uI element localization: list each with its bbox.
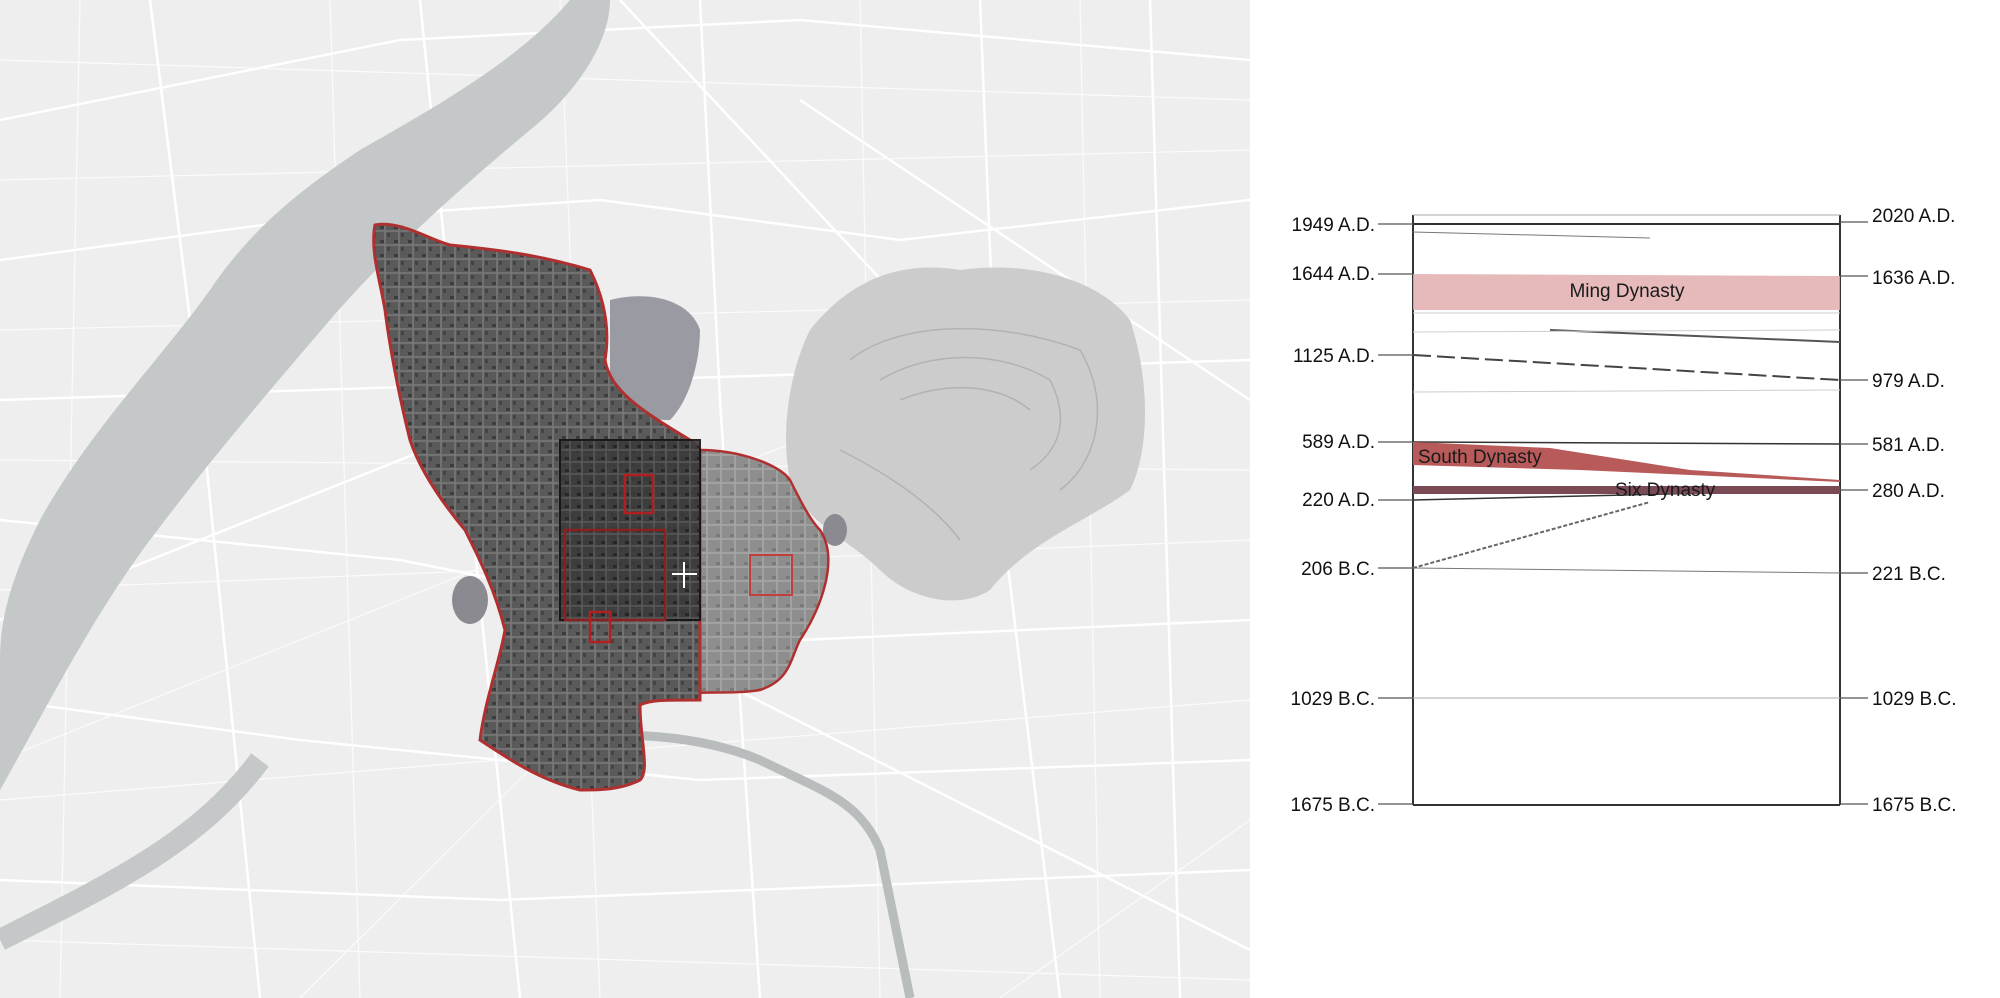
left-label-1949: 1949 A.D. bbox=[1292, 215, 1375, 236]
right-ticks bbox=[1840, 221, 1868, 805]
six-dynasty-label: Six Dynasty bbox=[1615, 480, 1716, 501]
left-ticks bbox=[1378, 223, 1413, 805]
left-label-1675bc: 1675 B.C. bbox=[1291, 795, 1376, 816]
left-label-1125: 1125 A.D. bbox=[1293, 346, 1375, 367]
south-dynasty-label: South Dynasty bbox=[1418, 447, 1542, 468]
lake-west bbox=[452, 576, 488, 624]
right-label-979: 979 A.D. bbox=[1872, 371, 1945, 392]
right-label-581: 581 A.D. bbox=[1872, 435, 1945, 456]
city-map[interactable] bbox=[0, 0, 1250, 998]
left-label-589: 589 A.D. bbox=[1302, 432, 1375, 453]
left-label-220: 220 A.D. bbox=[1302, 490, 1375, 511]
right-label-280: 280 A.D. bbox=[1872, 481, 1945, 502]
dynasty-timeline: Ming Dynasty South Dynasty Six Dynasty 1… bbox=[1250, 0, 2000, 998]
right-label-2020: 2020 A.D. bbox=[1872, 206, 1955, 227]
left-label-1644: 1644 A.D. bbox=[1292, 264, 1375, 285]
map-canvas bbox=[0, 0, 1250, 998]
left-label-1029bc: 1029 B.C. bbox=[1291, 689, 1376, 710]
right-label-221bc: 221 B.C. bbox=[1872, 564, 1946, 585]
right-label-1636: 1636 A.D. bbox=[1872, 268, 1955, 289]
canal bbox=[0, 753, 269, 950]
timeline-canvas: Ming Dynasty South Dynasty Six Dynasty 1… bbox=[1291, 206, 1957, 816]
right-label-1029bc: 1029 B.C. bbox=[1872, 689, 1957, 710]
left-label-206bc: 206 B.C. bbox=[1301, 559, 1375, 580]
right-label-1675bc: 1675 B.C. bbox=[1872, 795, 1957, 816]
ming-dynasty-label: Ming Dynasty bbox=[1569, 281, 1685, 302]
